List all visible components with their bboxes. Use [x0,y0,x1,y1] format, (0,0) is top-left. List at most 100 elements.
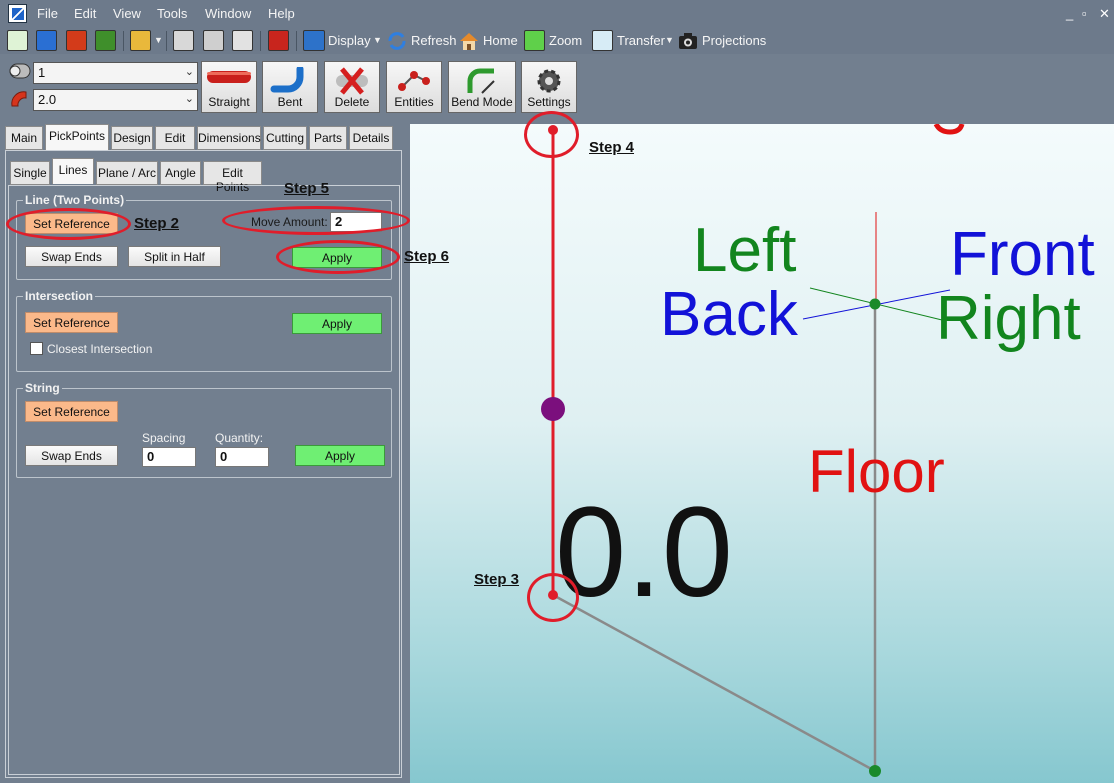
closest-intersection-label: Closest Intersection [47,342,153,356]
step6-annotation: Step 6 [404,248,450,265]
dimension-value: 0.0 [555,481,733,624]
display-button[interactable]: Display [328,33,371,48]
transfer-button[interactable]: Transfer [617,33,665,48]
minimize-button[interactable]: _ [1066,6,1073,21]
export-dropdown-icon[interactable]: ▼ [154,35,163,45]
quantity-input[interactable]: 0 [215,447,269,467]
transfer-dropdown-icon[interactable]: ▼ [665,35,674,45]
view-label-back: Back [660,280,798,349]
tab-parts[interactable]: Parts [309,126,347,150]
new-file-icon[interactable] [7,30,28,51]
midpoint-marker[interactable] [541,397,565,421]
step2-annotation: Step 2 [134,215,180,232]
refresh-icon[interactable] [386,30,408,52]
tab-details[interactable]: Details [349,126,393,150]
chevron-down-icon: ⌄ [184,66,194,78]
toolbar-separator [296,31,297,51]
step4-highlight [524,111,579,158]
view-label-left: Left [693,216,797,285]
print-setup-icon[interactable] [173,30,194,51]
closest-intersection-checkbox[interactable] [30,342,43,355]
view-label-right: Right [936,284,1081,353]
group-title: Line (Two Points) [23,193,127,207]
transfer-icon[interactable] [592,30,613,51]
display-dropdown-icon[interactable]: ▼ [373,35,382,45]
tab-main[interactable]: Main [5,126,43,150]
bend-radius-combo[interactable]: 2.0 ⌄ [33,89,198,111]
pipe-size-value: 1 [38,65,46,80]
settings-button[interactable]: Settings [521,61,577,113]
intersection-apply-button[interactable]: Apply [292,313,382,334]
tab-edit[interactable]: Edit [155,126,195,150]
step2-highlight [6,208,131,240]
subtab-angle[interactable]: Angle [160,161,201,185]
app-logo-icon [8,4,27,23]
camera-icon[interactable] [677,30,699,52]
quantity-label: Quantity: [215,431,264,445]
spacing-input[interactable]: 0 [142,447,196,467]
intersection-group: Intersection [16,289,392,372]
menu-tools[interactable]: Tools [157,6,187,21]
toolbar-separator [260,31,261,51]
subtab-edit-points[interactable]: Edit Points [203,161,262,194]
straight-button[interactable]: Straight [201,61,257,113]
sketchup-icon[interactable] [268,30,289,51]
delete-button[interactable]: Delete [324,61,380,113]
string-apply-button[interactable]: Apply [295,445,385,466]
group-title: Intersection [23,289,96,303]
step3-highlight [527,573,579,622]
gear-icon [537,69,561,93]
string-swap-ends-button[interactable]: Swap Ends [25,445,118,466]
bend-mode-button[interactable]: Bend Mode [448,61,516,113]
print-preview-icon[interactable] [232,30,253,51]
step5-highlight [222,206,410,235]
floor-point[interactable] [869,765,881,777]
subtab-single[interactable]: Single [10,161,50,185]
tab-cutting[interactable]: Cutting [263,126,307,150]
tab-dimensions[interactable]: Dimensions [197,126,261,150]
close-button[interactable]: ✕ [1099,6,1110,22]
string-set-reference-button[interactable]: Set Reference [25,401,118,422]
menu-window[interactable]: Window [205,6,251,21]
menu-view[interactable]: View [113,6,141,21]
import-icon[interactable] [36,30,57,51]
axis-origin-point[interactable] [869,298,881,310]
straight-pipe-icon [207,71,251,83]
home-icon[interactable] [458,30,480,52]
menu-file[interactable]: File [37,6,58,21]
menu-edit[interactable]: Edit [74,6,96,21]
entities-button[interactable]: Entities [386,61,442,113]
intersection-set-reference-button[interactable]: Set Reference [25,312,118,333]
bent-pipe-icon [270,67,304,93]
view-label-floor: Floor [808,438,945,505]
open-icon[interactable] [66,30,87,51]
home-button[interactable]: Home [483,33,518,48]
bent-button[interactable]: Bent [262,61,318,113]
display-icon[interactable] [303,30,325,51]
toolbar-separator [166,31,167,51]
zoom-button[interactable]: Zoom [549,33,582,48]
menu-help[interactable]: Help [268,6,295,21]
save-icon[interactable] [95,30,116,51]
subtab-lines[interactable]: Lines [52,158,94,184]
tab-design[interactable]: Design [111,126,153,150]
view-label-front: Front [950,220,1095,289]
group-title: String [23,381,62,395]
bend-radius-value: 2.0 [38,92,57,107]
export-icon[interactable] [130,30,151,51]
subtab-plane-arc[interactable]: Plane / Arc [96,161,158,185]
restore-button[interactable]: ▫ [1082,6,1087,21]
pipe-size-combo[interactable]: 1 ⌄ [33,62,198,84]
print-icon[interactable] [203,30,224,51]
entities-icon [398,71,430,91]
zoom-icon[interactable] [524,30,545,51]
3d-viewport[interactable]: Left Back Front Right Floor 0.0 [410,124,1114,783]
pipe-size-icon [9,63,31,79]
tab-pickpoints[interactable]: PickPoints [45,124,109,150]
line-swap-ends-button[interactable]: Swap Ends [25,246,118,267]
refresh-button[interactable]: Refresh [411,33,457,48]
menu-bar: File Edit View Tools Window Help _ ▫ ✕ [0,0,1114,27]
bend-mode-icon [467,68,495,94]
projections-button[interactable]: Projections [702,33,766,48]
split-in-half-button[interactable]: Split in Half [128,246,221,267]
